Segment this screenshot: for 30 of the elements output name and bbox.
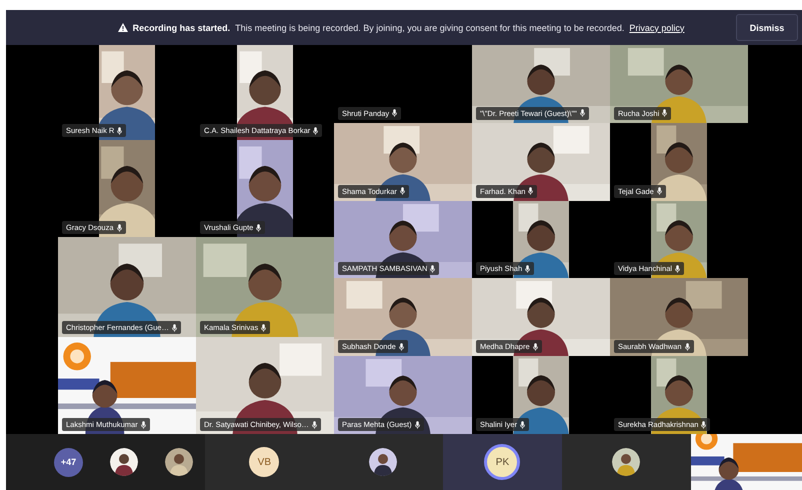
microphone-icon bbox=[312, 420, 317, 428]
microphone-icon bbox=[398, 342, 404, 351]
initials-avatar: VB bbox=[249, 447, 280, 477]
microphone-icon bbox=[414, 420, 420, 428]
microphone-icon bbox=[172, 324, 177, 332]
banner-title: Recording has started. bbox=[132, 22, 230, 32]
microphone-icon bbox=[520, 420, 526, 428]
microphone-icon bbox=[656, 187, 662, 196]
microphone-icon bbox=[261, 324, 266, 332]
avatar bbox=[165, 448, 193, 476]
participant-tile[interactable] bbox=[324, 434, 443, 490]
participant-count[interactable]: +47 bbox=[54, 448, 83, 476]
dismiss-button[interactable]: Dismiss bbox=[736, 14, 798, 41]
avatar bbox=[612, 448, 640, 476]
microphone-icon bbox=[117, 126, 122, 134]
privacy-link[interactable]: Privacy policy bbox=[629, 22, 684, 32]
participant-tile[interactable] bbox=[562, 434, 691, 490]
avatar bbox=[369, 448, 398, 476]
participant-tile[interactable]: VB bbox=[204, 434, 324, 490]
microphone-icon bbox=[392, 109, 398, 118]
avatar bbox=[110, 448, 138, 476]
microphone-icon bbox=[580, 109, 585, 118]
participant-tile[interactable]: PK bbox=[442, 434, 562, 490]
microphone-icon bbox=[430, 264, 436, 273]
banner-message: This meeting is being recorded. By joining, you are giving consent for this meeting to be recorded. bbox=[235, 22, 624, 32]
microphone-icon bbox=[400, 187, 405, 196]
microphone-icon bbox=[313, 126, 318, 134]
warning-icon bbox=[118, 23, 128, 32]
initials-avatar: PK bbox=[484, 444, 520, 480]
microphone-icon bbox=[140, 420, 146, 428]
